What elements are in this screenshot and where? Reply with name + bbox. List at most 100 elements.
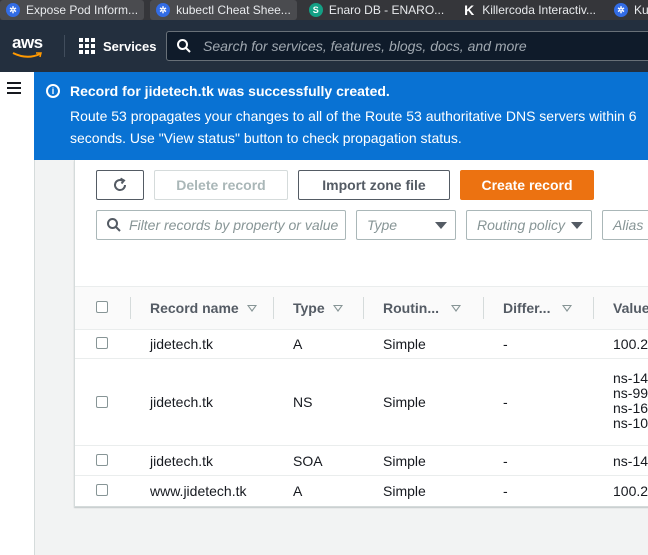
killercoda-icon: K: [464, 2, 475, 18]
bookmark-killercoda[interactable]: K Killercoda Interactiv...: [456, 0, 602, 20]
info-icon: i: [46, 84, 60, 98]
differentiator: -: [503, 453, 508, 469]
row-checkbox[interactable]: [96, 454, 108, 466]
column-separator: [593, 297, 594, 319]
delete-record-button[interactable]: Delete record: [154, 170, 288, 200]
routing-policy: Simple: [383, 394, 426, 410]
row-checkbox[interactable]: [96, 484, 108, 496]
record-name: jidetech.tk: [150, 394, 214, 410]
services-grid-icon: [79, 38, 95, 54]
record-type: SOA: [293, 453, 323, 469]
global-search-input[interactable]: [201, 37, 645, 55]
hamburger-menu-icon[interactable]: [7, 82, 21, 97]
record-type: NS: [293, 394, 313, 410]
nav-divider: [64, 35, 65, 57]
records-panel: Delete record Import zone file Create re…: [74, 160, 648, 507]
bookmarks-bar: ✲ Expose Pod Inform... ✲ kubectl Cheat S…: [0, 0, 648, 20]
record-value: ns-14: [613, 453, 648, 469]
column-header-type[interactable]: Type: [293, 287, 343, 329]
aws-logo-text: aws: [12, 33, 43, 52]
column-separator: [483, 297, 484, 319]
record-value-line: ns-14: [613, 370, 648, 386]
sort-icon: [451, 304, 461, 312]
kubernetes-icon: ✲: [614, 3, 629, 17]
records-table-header: Record name Type Routin... Differ... Val…: [75, 286, 648, 330]
record-value: ns-14 ns-99 ns-16 ns-10: [613, 371, 648, 431]
import-zone-file-button[interactable]: Import zone file: [298, 170, 450, 200]
global-search-box[interactable]: [166, 31, 648, 61]
table-row[interactable]: jidetech.tk A Simple - 100.2: [75, 328, 648, 359]
record-value: 100.2: [613, 483, 648, 499]
record-type: A: [293, 483, 303, 499]
column-header-label: Routin...: [383, 300, 439, 316]
filter-records-placeholder: Filter records by property or value: [129, 217, 339, 233]
bookmark-label: Killercoda Interactiv...: [482, 3, 597, 17]
differentiator: -: [503, 336, 508, 352]
services-label: Services: [103, 38, 157, 54]
bookmark-kubectl-cheat-sheet[interactable]: ✲ kubectl Cheat Shee...: [150, 0, 297, 20]
column-header-differentiator[interactable]: Differ...: [503, 287, 573, 329]
routing-policy: Simple: [383, 453, 426, 469]
column-separator: [273, 297, 274, 319]
table-row[interactable]: jidetech.tk SOA Simple - ns-14: [75, 446, 648, 476]
flash-title: Record for jidetech.tk was successfully …: [70, 83, 390, 99]
aws-smile-icon: [12, 52, 42, 58]
refresh-icon: [114, 177, 127, 191]
bookmark-label: kubectl Cheat Shee...: [176, 3, 291, 17]
routing-policy-filter-select[interactable]: Routing policy: [466, 210, 592, 240]
caret-down-icon: [435, 222, 447, 229]
column-header-record-name[interactable]: Record name: [150, 287, 257, 329]
column-header-value[interactable]: Value: [613, 287, 648, 329]
bookmark-expose-pod[interactable]: ✲ Expose Pod Inform...: [0, 0, 145, 20]
differentiator: -: [503, 394, 508, 410]
record-name: jidetech.tk: [150, 336, 214, 352]
alias-filter-select[interactable]: Alias: [602, 210, 648, 240]
create-record-button[interactable]: Create record: [460, 170, 594, 200]
column-header-label: Record name: [150, 300, 239, 316]
sort-icon: [332, 304, 343, 312]
search-icon: [177, 39, 191, 53]
differentiator: -: [503, 483, 508, 499]
flash-message: Route 53 propagates your changes to all …: [70, 105, 637, 149]
record-name: www.jidetech.tk: [150, 483, 247, 499]
filter-records-input[interactable]: Filter records by property or value: [96, 210, 346, 240]
bookmark-label: Enaro DB - ENARO...: [328, 3, 445, 17]
bookmark-label: Ku: [634, 3, 648, 17]
bookmark-label: Expose Pod Inform...: [26, 3, 139, 17]
record-value-line: ns-99: [613, 385, 648, 401]
column-header-label: Value: [613, 300, 648, 316]
record-type: A: [293, 336, 303, 352]
bookmark-ku[interactable]: ✲ Ku: [608, 0, 648, 20]
record-value-line: ns-16: [613, 400, 648, 416]
alias-filter-placeholder: Alias: [613, 217, 644, 233]
column-separator: [363, 297, 364, 319]
services-menu-button[interactable]: Services: [79, 38, 157, 54]
flash-notification: i Record for jidetech.tk was successfull…: [34, 72, 648, 160]
record-value-line: ns-10: [613, 415, 648, 431]
refresh-button[interactable]: [96, 170, 144, 200]
routing-policy: Simple: [383, 483, 426, 499]
column-header-label: Differ...: [503, 300, 551, 316]
row-checkbox[interactable]: [96, 396, 108, 408]
row-checkbox[interactable]: [96, 337, 108, 349]
select-all-checkbox[interactable]: [96, 301, 108, 313]
kubernetes-icon: ✲: [6, 3, 20, 17]
type-filter-select[interactable]: Type: [356, 210, 456, 240]
s-logo-icon: S: [308, 3, 323, 17]
aws-logo[interactable]: aws: [12, 31, 44, 61]
table-row[interactable]: www.jidetech.tk A Simple - 100.2: [75, 476, 648, 505]
column-separator: [130, 297, 131, 319]
column-header-label: Type: [293, 300, 325, 316]
type-filter-placeholder: Type: [367, 217, 398, 233]
sort-icon: [246, 304, 257, 312]
flash-message-line-2: seconds. Use "View status" button to che…: [70, 130, 462, 146]
record-value: 100.2: [613, 336, 648, 352]
column-header-routing-policy[interactable]: Routin...: [383, 287, 461, 329]
search-icon: [107, 218, 121, 232]
side-navigation-rail: [0, 72, 35, 555]
flash-message-line-1: Route 53 propagates your changes to all …: [70, 108, 637, 124]
bookmark-enaro-db[interactable]: S Enaro DB - ENARO...: [303, 0, 450, 20]
table-row[interactable]: jidetech.tk NS Simple - ns-14 ns-99 ns-1…: [75, 359, 648, 446]
kubernetes-icon: ✲: [156, 3, 171, 17]
caret-down-icon: [571, 222, 583, 229]
